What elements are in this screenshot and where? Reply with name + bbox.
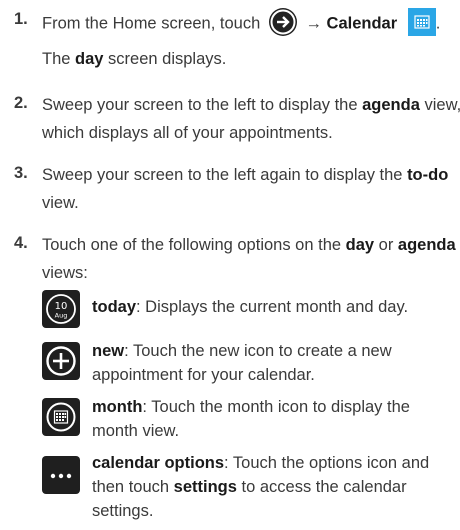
step-text: Sweep your screen to the left to display… xyxy=(42,96,363,114)
step-text: Touch one of the following options on th… xyxy=(42,236,346,254)
today-icon-month: Aug xyxy=(55,312,68,320)
step-3-line-1: Sweep your screen to the left again to d… xyxy=(42,164,448,186)
step-text: or xyxy=(374,236,398,254)
arrow-glyph: → xyxy=(305,14,322,33)
step-bold: day xyxy=(345,236,375,254)
arrow-right-circle-icon xyxy=(268,8,297,36)
step-4-line-2: views: xyxy=(42,262,88,284)
step-text: screen displays. xyxy=(103,50,227,68)
step-bold: to-do xyxy=(407,166,449,184)
step-text: views: xyxy=(42,264,88,282)
option-calendar-options-text-1: calendar options: Touch the options icon… xyxy=(92,452,429,474)
option-name: month xyxy=(92,398,143,416)
instructions-document: 1. From the Home screen, touch → Calenda… xyxy=(0,0,460,530)
step-text: The xyxy=(42,50,76,68)
step-text: From the Home screen, touch xyxy=(42,14,261,33)
option-text: to access the calendar xyxy=(236,478,407,496)
today-icon: 10 Aug xyxy=(42,290,80,328)
step-text: view. xyxy=(42,194,79,212)
step-bold: day xyxy=(75,50,104,68)
step-text: . xyxy=(435,14,441,33)
option-text: : Touch the new icon to create a new xyxy=(124,342,392,360)
step-text: which displays all of your appointments. xyxy=(42,124,333,142)
option-calendar-options-text-2: then touch settings to access the calend… xyxy=(92,476,407,498)
option-name: new xyxy=(92,342,125,360)
option-calendar-options-text-3: settings. xyxy=(92,500,153,522)
step-number: 2. xyxy=(14,94,28,112)
step-number: 1. xyxy=(14,10,28,28)
option-text: : Touch the month icon to display the xyxy=(142,398,410,416)
step-4-line-1: Touch one of the following options on th… xyxy=(42,234,456,256)
option-name: calendar options xyxy=(92,454,225,472)
calendar-tile-icon xyxy=(407,8,436,36)
more-options-icon xyxy=(42,456,80,494)
option-text: settings. xyxy=(92,502,154,520)
step-1-line-1: From the Home screen, touch → Calendar . xyxy=(42,8,441,38)
step-text: view, xyxy=(419,96,460,114)
month-icon xyxy=(42,398,80,436)
option-name: today xyxy=(92,298,137,316)
step-bold: agenda xyxy=(397,236,456,254)
option-today-text: today: Displays the current month and da… xyxy=(92,296,408,318)
settings-label: settings xyxy=(173,478,237,496)
new-plus-icon xyxy=(42,342,80,380)
step-number: 3. xyxy=(14,164,28,182)
step-bold: agenda xyxy=(362,96,420,114)
step-3-line-2: view. xyxy=(42,192,79,214)
option-new-text-2: appointment for your calendar. xyxy=(92,364,315,386)
option-text: : Touch the options icon and xyxy=(224,454,430,472)
step-2-line-1: Sweep your screen to the left to display… xyxy=(42,94,460,116)
option-text: month view. xyxy=(92,422,180,440)
step-text: Sweep your screen to the left again to d… xyxy=(42,166,408,184)
today-icon-day: 10 xyxy=(55,301,68,312)
step-1-line-2: The day screen displays. xyxy=(42,48,226,70)
option-text: then touch xyxy=(92,478,174,496)
option-text: : Displays the current month and day. xyxy=(136,298,409,316)
option-month-text-1: month: Touch the month icon to display t… xyxy=(92,396,410,418)
option-text: appointment for your calendar. xyxy=(92,366,315,384)
option-month-text-2: month view. xyxy=(92,420,179,442)
step-2-line-2: which displays all of your appointments. xyxy=(42,122,333,144)
step-number: 4. xyxy=(14,234,28,252)
calendar-label: Calendar xyxy=(326,14,398,33)
option-new-text-1: new: Touch the new icon to create a new xyxy=(92,340,392,362)
